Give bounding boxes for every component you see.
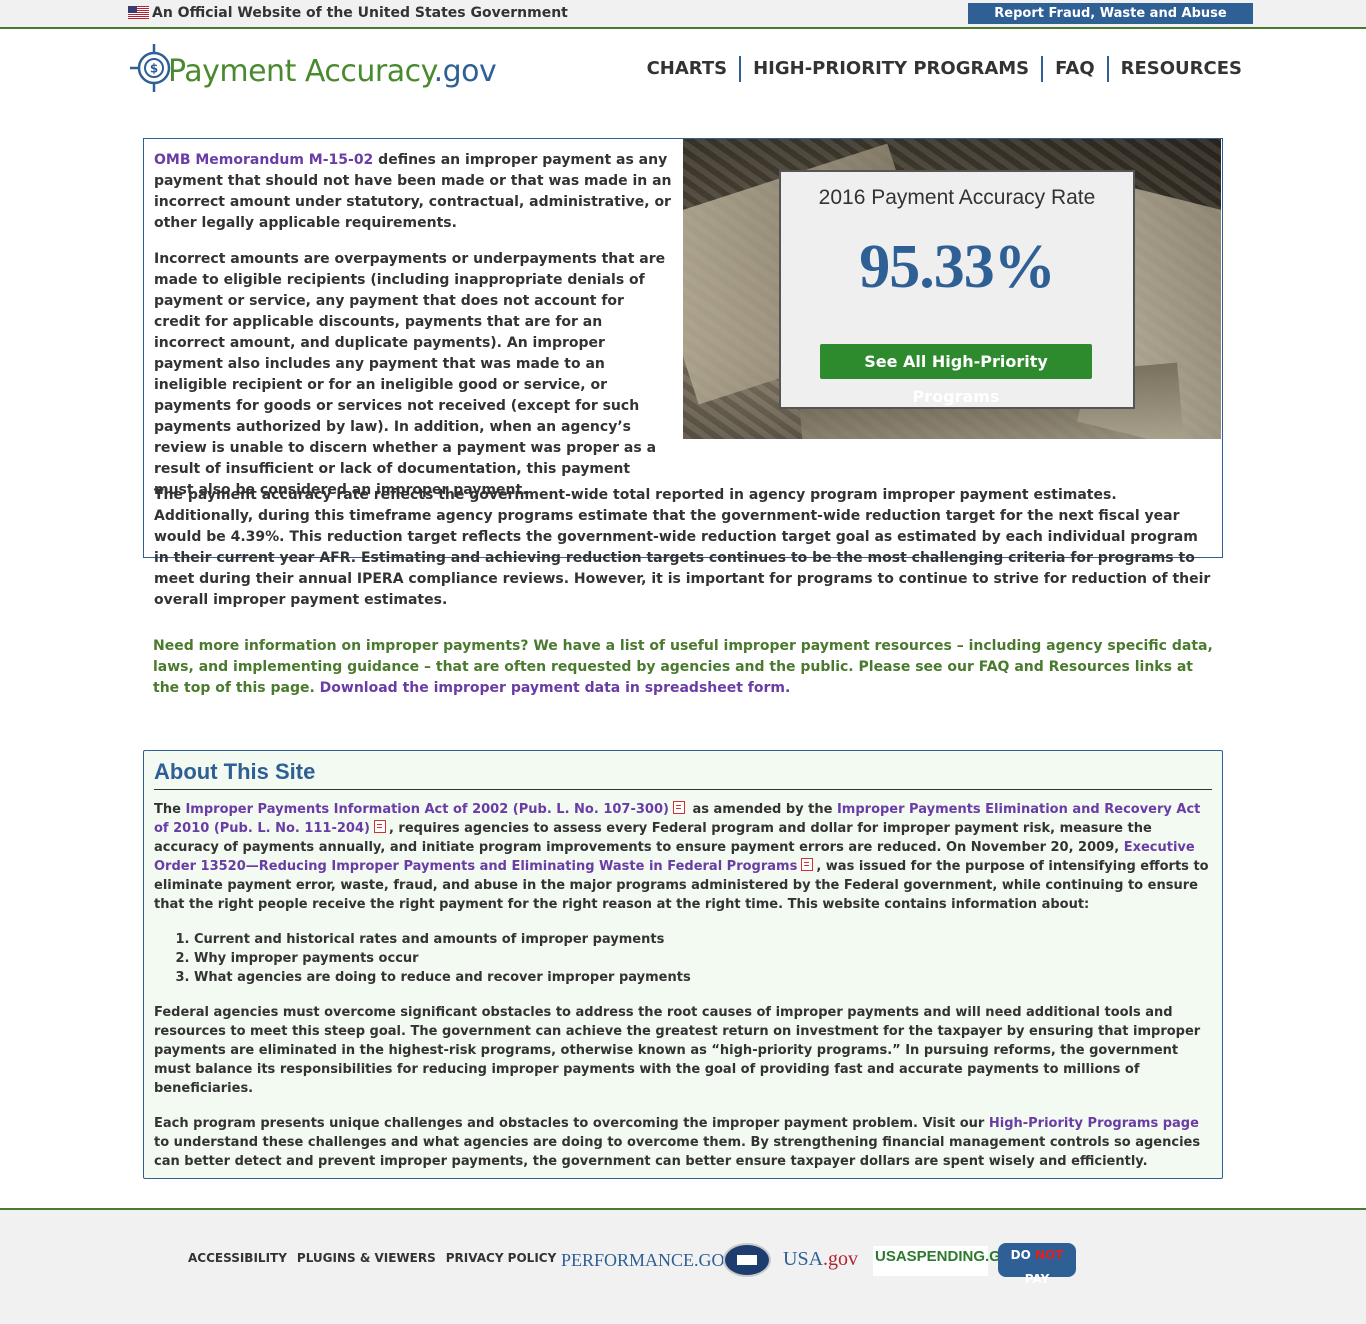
about-topics-list: Current and historical rates and amounts…: [154, 930, 1212, 987]
about-p3-text-b: to understand these challenges and what …: [154, 1135, 1201, 1169]
more-info-paragraph: Need more information on improper paymen…: [153, 636, 1218, 699]
dnp-not: NOT: [1034, 1248, 1064, 1262]
logo-main-text: Payment Accuracy: [168, 54, 434, 89]
main-nav: CHARTS HIGH-PRIORITY PROGRAMS FAQ RESOUR…: [647, 56, 1242, 82]
intro-text: OMB Memorandum M-15-02 defines an improp…: [154, 150, 674, 516]
pdf-icon: [801, 858, 814, 871]
about-body: The Improper Payments Information Act of…: [154, 800, 1212, 1187]
privacy-policy-link[interactable]: PRIVACY POLICY: [446, 1250, 567, 1266]
usaspending-logo[interactable]: USASPENDING.GOV: [873, 1246, 1023, 1276]
nav-charts[interactable]: CHARTS: [647, 56, 740, 82]
about-p1-text-a: The: [154, 802, 186, 817]
intro-paragraph-2: Incorrect amounts are overpayments or un…: [154, 251, 666, 498]
omb-memorandum-link[interactable]: OMB Memorandum M-15-02: [154, 152, 373, 168]
pdf-icon: [373, 820, 386, 833]
payment-accuracy-rate-value: 95.33%: [859, 233, 1056, 301]
plugins-viewers-link-label: PLUGINS & VIEWERS: [296, 1251, 436, 1265]
usa-gov-logo-suffix: .gov: [823, 1248, 859, 1270]
pdf-icon: [672, 801, 685, 814]
privacy-policy-link-label: PRIVACY POLICY: [445, 1251, 557, 1265]
ipia-2002-link[interactable]: Improper Payments Information Act of 200…: [185, 802, 668, 817]
usa-gov-logo-main: USA: [783, 1248, 824, 1270]
about-paragraph-2: Federal agencies must overcome significa…: [154, 1005, 1201, 1096]
svg-text:$: $: [150, 62, 158, 76]
list-item: What agencies are doing to reduce and re…: [194, 968, 1212, 987]
about-divider: [154, 789, 1212, 790]
list-item: Current and historical rates and amounts…: [194, 930, 1212, 949]
high-priority-programs-page-link[interactable]: High-Priority Programs page: [989, 1116, 1199, 1131]
about-paragraph-3: Each program presents unique challenges …: [154, 1114, 1212, 1171]
plugins-viewers-link[interactable]: PLUGINS & VIEWERS: [297, 1250, 446, 1266]
accessibility-link[interactable]: ACCESSIBILITY: [188, 1250, 297, 1266]
do-not-pay-logo[interactable]: DO NOT PAY: [998, 1243, 1076, 1286]
about-title: About This Site: [154, 759, 316, 784]
gov-banner: An Official Website of the United States…: [0, 0, 1366, 29]
footer-links: ACCESSIBILITY PLUGINS & VIEWERS PRIVACY …: [188, 1250, 566, 1266]
logo-suffix-text: .gov: [433, 54, 497, 89]
accessibility-link-label: ACCESSIBILITY: [188, 1251, 287, 1265]
about-p3-text-a: Each program presents unique challenges …: [154, 1116, 989, 1131]
nav-high-priority-programs[interactable]: HIGH-PRIORITY PROGRAMS: [739, 56, 1041, 82]
performance-gov-logo[interactable]: PERFORMANCE.GOV: [561, 1250, 738, 1271]
about-this-site-section: About This Site The Improper Payments In…: [143, 750, 1223, 1179]
nav-resources[interactable]: RESOURCES: [1106, 56, 1242, 82]
payment-accuracy-rate-card: 2016 Payment Accuracy Rate 95.33% See Al…: [779, 170, 1135, 409]
site-footer: ACCESSIBILITY PLUGINS & VIEWERS PRIVACY …: [0, 1208, 1366, 1324]
usa-gov-logo[interactable]: USA.gov: [783, 1248, 858, 1271]
about-paragraph-1: The Improper Payments Information Act of…: [154, 800, 1212, 914]
site-logo[interactable]: $ Payment Accuracy.gov: [128, 42, 497, 96]
list-item: Why improper payments occur: [194, 949, 1212, 968]
nav-faq[interactable]: FAQ: [1041, 56, 1106, 82]
rate-card-title: 2016 Payment Accuracy Rate: [818, 186, 1096, 209]
report-fraud-button[interactable]: Report Fraud, Waste and Abuse: [968, 3, 1253, 24]
dnp-pay: PAY: [1024, 1272, 1050, 1286]
dnp-do: DO: [1010, 1248, 1035, 1262]
us-flag-icon: [128, 6, 149, 19]
logo-text: Payment Accuracy.gov: [168, 54, 497, 89]
accuracy-rate-paragraph: The payment accuracy rate reflects the g…: [154, 487, 1211, 608]
about-p1-text-b: as amended by the: [687, 802, 837, 817]
download-spreadsheet-link[interactable]: Download the improper payment data in sp…: [320, 680, 791, 696]
see-all-high-priority-programs-button[interactable]: See All High-Priority Programs: [820, 344, 1092, 406]
official-website-text: An Official Website of the United States…: [152, 5, 568, 21]
white-house-logo[interactable]: [723, 1243, 771, 1277]
intro-paragraph-1: OMB Memorandum M-15-02 defines an improp…: [154, 150, 674, 234]
